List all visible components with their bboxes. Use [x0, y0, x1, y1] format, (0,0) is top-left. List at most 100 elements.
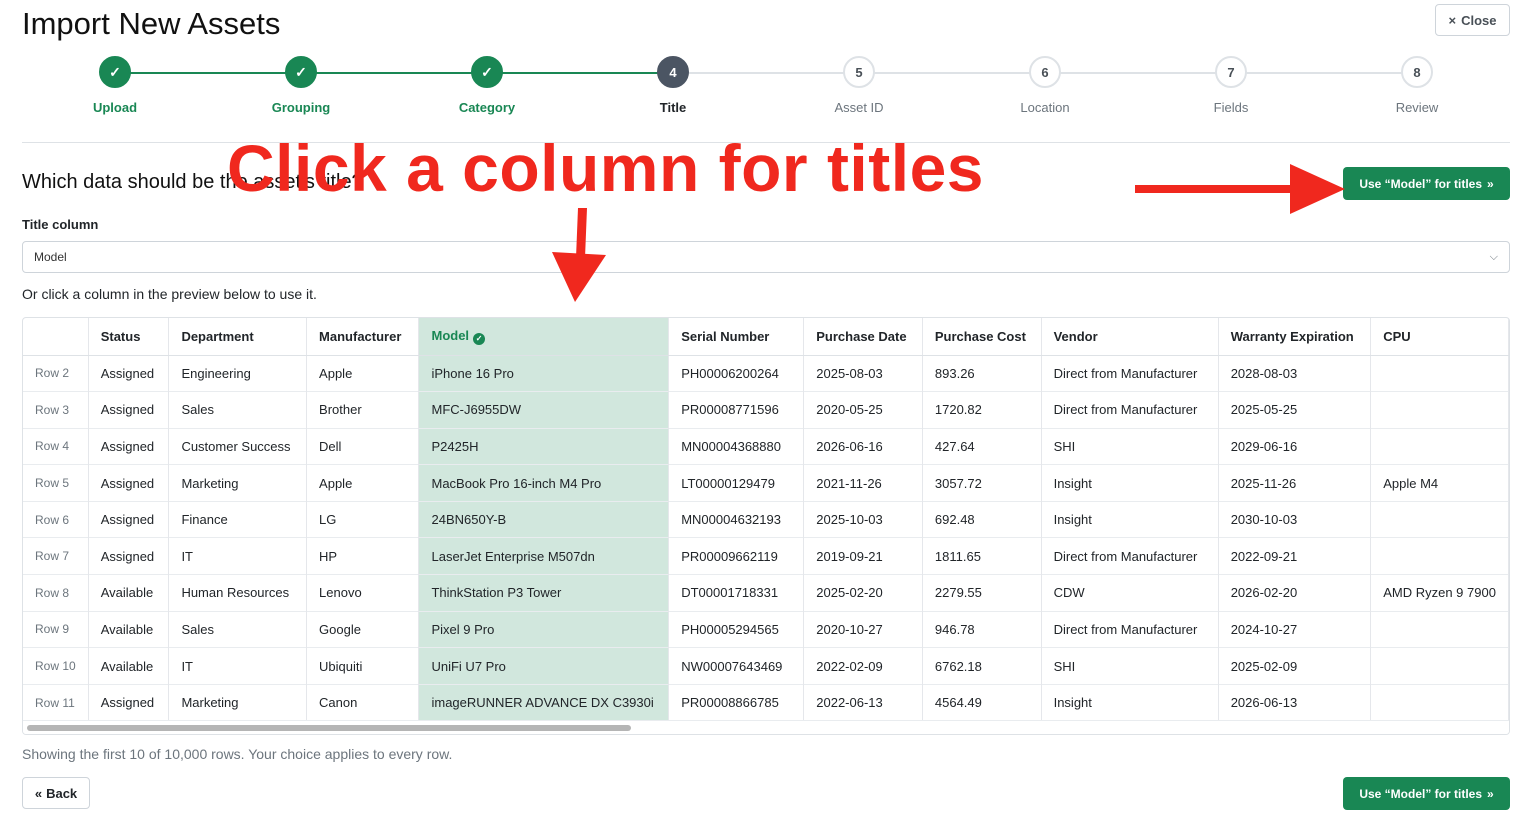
table-cell[interactable]: IT: [168, 537, 308, 575]
table-cell[interactable]: Available: [88, 647, 170, 685]
use-model-button-top[interactable]: Use “Model” for titles »: [1343, 167, 1510, 200]
table-cell[interactable]: HP: [306, 537, 420, 575]
table-cell[interactable]: 893.26: [922, 354, 1042, 392]
table-cell[interactable]: [1370, 391, 1509, 429]
table-cell[interactable]: 3057.72: [922, 464, 1042, 502]
table-cell[interactable]: 2025-08-03: [803, 354, 923, 392]
table-cell[interactable]: 2022-06-13: [803, 683, 923, 721]
table-cell[interactable]: Canon: [306, 683, 420, 721]
table-cell[interactable]: Customer Success: [168, 427, 308, 465]
table-cell[interactable]: 2025-11-26: [1218, 464, 1372, 502]
use-model-button-bottom[interactable]: Use “Model” for titles »: [1343, 777, 1510, 810]
table-cell[interactable]: [1370, 610, 1509, 648]
table-cell[interactable]: MN00004368880: [668, 427, 805, 465]
table-cell[interactable]: 2020-10-27: [803, 610, 923, 648]
table-cell[interactable]: 2022-02-09: [803, 647, 923, 685]
table-cell[interactable]: [1370, 500, 1509, 538]
table-cell[interactable]: Pixel 9 Pro: [418, 610, 670, 648]
table-cell[interactable]: MN00004632193: [668, 500, 805, 538]
table-cell[interactable]: Marketing: [168, 464, 308, 502]
table-cell[interactable]: Assigned: [88, 683, 170, 721]
table-cell[interactable]: Insight: [1041, 500, 1219, 538]
table-cell[interactable]: Dell: [306, 427, 420, 465]
table-cell[interactable]: 2026-06-13: [1218, 683, 1372, 721]
back-button[interactable]: « Back: [22, 777, 90, 809]
table-cell[interactable]: Finance: [168, 500, 308, 538]
table-cell[interactable]: 4564.49: [922, 683, 1042, 721]
table-cell[interactable]: UniFi U7 Pro: [418, 647, 670, 685]
table-cell[interactable]: PR00009662119: [668, 537, 805, 575]
table-cell[interactable]: 2029-06-16: [1218, 427, 1372, 465]
table-cell[interactable]: LT00000129479: [668, 464, 805, 502]
column-header[interactable]: Purchase Date: [803, 318, 923, 356]
column-header[interactable]: Vendor: [1041, 318, 1219, 356]
column-header[interactable]: Warranty Expiration: [1218, 318, 1372, 356]
close-button[interactable]: × Close: [1435, 4, 1510, 36]
table-cell[interactable]: [1370, 427, 1509, 465]
table-cell[interactable]: Insight: [1041, 464, 1219, 502]
table-cell[interactable]: LaserJet Enterprise M507dn: [418, 537, 670, 575]
table-cell[interactable]: Lenovo: [306, 574, 420, 612]
table-cell[interactable]: Assigned: [88, 464, 170, 502]
table-cell[interactable]: MFC-J6955DW: [418, 391, 670, 429]
table-cell[interactable]: [1370, 354, 1509, 392]
table-cell[interactable]: Assigned: [88, 537, 170, 575]
table-cell[interactable]: 2022-09-21: [1218, 537, 1372, 575]
table-cell[interactable]: CDW: [1041, 574, 1219, 612]
table-cell[interactable]: [1370, 647, 1509, 685]
table-cell[interactable]: 946.78: [922, 610, 1042, 648]
table-cell[interactable]: P2425H: [418, 427, 670, 465]
table-cell[interactable]: Available: [88, 610, 170, 648]
table-cell[interactable]: 24BN650Y-B: [418, 500, 670, 538]
table-cell[interactable]: Apple: [306, 464, 420, 502]
table-cell[interactable]: Engineering: [168, 354, 308, 392]
table-cell[interactable]: 2019-09-21: [803, 537, 923, 575]
table-cell[interactable]: [1370, 537, 1509, 575]
table-cell[interactable]: SHI: [1041, 647, 1219, 685]
table-cell[interactable]: Assigned: [88, 500, 170, 538]
table-cell[interactable]: Assigned: [88, 391, 170, 429]
table-cell[interactable]: Insight: [1041, 683, 1219, 721]
table-cell[interactable]: IT: [168, 647, 308, 685]
column-header[interactable]: Purchase Cost: [922, 318, 1042, 356]
table-cell[interactable]: Direct from Manufacturer: [1041, 537, 1219, 575]
table-cell[interactable]: Direct from Manufacturer: [1041, 354, 1219, 392]
column-header[interactable]: Status: [88, 318, 170, 356]
table-cell[interactable]: Assigned: [88, 427, 170, 465]
table-cell[interactable]: 2025-10-03: [803, 500, 923, 538]
table-cell[interactable]: imageRUNNER ADVANCE DX C3930i: [418, 683, 670, 721]
table-cell[interactable]: ThinkStation P3 Tower: [418, 574, 670, 612]
table-cell[interactable]: Direct from Manufacturer: [1041, 391, 1219, 429]
table-cell[interactable]: 2024-10-27: [1218, 610, 1372, 648]
table-cell[interactable]: Marketing: [168, 683, 308, 721]
table-cell[interactable]: DT00001718331: [668, 574, 805, 612]
table-cell[interactable]: 6762.18: [922, 647, 1042, 685]
table-cell[interactable]: Direct from Manufacturer: [1041, 610, 1219, 648]
table-cell[interactable]: 2028-08-03: [1218, 354, 1372, 392]
table-cell[interactable]: MacBook Pro 16-inch M4 Pro: [418, 464, 670, 502]
table-cell[interactable]: Sales: [168, 391, 308, 429]
table-cell[interactable]: 1720.82: [922, 391, 1042, 429]
column-header[interactable]: Manufacturer: [306, 318, 420, 356]
table-cell[interactable]: Human Resources: [168, 574, 308, 612]
table-cell[interactable]: Apple: [306, 354, 420, 392]
table-cell[interactable]: 2021-11-26: [803, 464, 923, 502]
table-cell[interactable]: PR00008771596: [668, 391, 805, 429]
table-cell[interactable]: 2030-10-03: [1218, 500, 1372, 538]
column-header[interactable]: Serial Number: [668, 318, 805, 356]
table-cell[interactable]: Google: [306, 610, 420, 648]
table-cell[interactable]: Ubiquiti: [306, 647, 420, 685]
column-header[interactable]: CPU: [1370, 318, 1509, 356]
table-cell[interactable]: iPhone 16 Pro: [418, 354, 670, 392]
table-cell[interactable]: Brother: [306, 391, 420, 429]
column-header[interactable]: Department: [168, 318, 308, 356]
table-cell[interactable]: 427.64: [922, 427, 1042, 465]
title-column-select[interactable]: Model ⌵: [22, 241, 1510, 273]
scrollbar-thumb[interactable]: [27, 725, 631, 731]
table-cell[interactable]: Sales: [168, 610, 308, 648]
table-cell[interactable]: 2026-02-20: [1218, 574, 1372, 612]
table-cell[interactable]: AMD Ryzen 9 7900: [1370, 574, 1509, 612]
table-cell[interactable]: Apple M4: [1370, 464, 1509, 502]
table-cell[interactable]: 2020-05-25: [803, 391, 923, 429]
table-cell[interactable]: PH00006200264: [668, 354, 805, 392]
